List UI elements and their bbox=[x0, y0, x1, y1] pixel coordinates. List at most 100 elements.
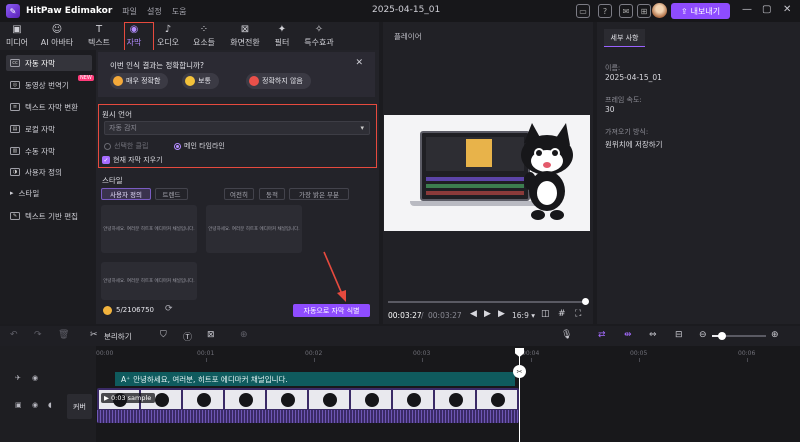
microphone-icon[interactable]: 🎙 bbox=[561, 330, 572, 340]
grid-icon[interactable]: # bbox=[558, 309, 566, 319]
nav-style[interactable]: ▸ 스타일 bbox=[6, 185, 92, 201]
fit-icon[interactable]: ⇔ bbox=[649, 330, 657, 340]
feedback-normal[interactable]: 보통 bbox=[182, 73, 219, 89]
video-clip[interactable] bbox=[97, 388, 519, 423]
style-tab-brightest[interactable]: 가장 밝은 부분 bbox=[289, 188, 349, 200]
eye-icon[interactable]: ◉ bbox=[32, 401, 38, 409]
feedback-very-accurate[interactable]: 매우 정확함 bbox=[110, 73, 169, 89]
menu-file[interactable]: 파일 bbox=[122, 6, 137, 17]
menu-settings[interactable]: 설정 bbox=[147, 6, 162, 17]
tool-audio[interactable]: ♪ 오디오 bbox=[150, 22, 186, 50]
coin-icon bbox=[103, 306, 112, 315]
style-tab-still[interactable]: 여전히 bbox=[224, 188, 254, 200]
manual-subtitle-icon: ▥ bbox=[10, 147, 20, 155]
text-edit-icon: ✎ bbox=[10, 212, 20, 220]
split-icon[interactable]: ✂ bbox=[90, 330, 98, 340]
tool-effects[interactable]: ✧ 특수효과 bbox=[296, 22, 342, 50]
fullscreen-icon[interactable]: ⛶ bbox=[575, 309, 581, 319]
sad-face-icon bbox=[249, 76, 259, 86]
refresh-icon[interactable]: ⟳ bbox=[165, 304, 173, 314]
nav-text-based-edit[interactable]: ✎ 텍스트 기반 편집 bbox=[6, 208, 92, 224]
play-icon[interactable]: ▶ bbox=[484, 309, 491, 319]
music-icon: ♪ bbox=[164, 23, 172, 35]
tool-text[interactable]: T 텍스트 bbox=[80, 22, 118, 50]
crop-off-icon[interactable]: ⊠ bbox=[207, 330, 215, 340]
cover-button[interactable]: 커버 bbox=[67, 394, 92, 419]
translate-icon: ◎ bbox=[10, 81, 20, 89]
split-label[interactable]: 분리하기 bbox=[104, 331, 132, 342]
eye-icon[interactable]: ◉ bbox=[32, 374, 38, 382]
user-avatar[interactable] bbox=[652, 3, 667, 18]
scissors-icon[interactable]: ✂ bbox=[513, 365, 526, 378]
ruler-label: 00:00 bbox=[96, 350, 114, 357]
snapshot-icon[interactable]: ◫ bbox=[541, 309, 550, 319]
gift-icon[interactable]: ⊞ bbox=[637, 4, 651, 18]
feedback-inaccurate[interactable]: 정확하지 않음 bbox=[246, 73, 311, 89]
link-icon[interactable]: ⇹ bbox=[624, 330, 632, 340]
volume-icon[interactable]: ◖ bbox=[48, 401, 52, 409]
chevron-right-icon: ▸ bbox=[10, 189, 14, 197]
tool-elements[interactable]: ⁘ 요소들 bbox=[186, 22, 222, 50]
scrubber-handle[interactable] bbox=[582, 298, 589, 305]
nav-local-subtitle[interactable]: ▤ 로컬 자막 bbox=[6, 121, 92, 137]
tool-transition[interactable]: ⊠ 화면전환 bbox=[222, 22, 268, 50]
ruler-label: 00:06 bbox=[738, 350, 756, 357]
video-preview[interactable] bbox=[384, 115, 590, 231]
nav-custom[interactable]: ◑ 사용자 정의 bbox=[6, 164, 92, 180]
minimize-icon[interactable]: — bbox=[742, 4, 752, 15]
subtitle-clip[interactable]: A⁺ 안녕하세요, 여러분, 히트포 에디마커 채널입니다. bbox=[115, 372, 515, 386]
playback-scrubber[interactable] bbox=[388, 301, 585, 303]
project-title: 2025-04-15_01 bbox=[372, 5, 441, 15]
happy-face-icon bbox=[113, 76, 123, 86]
subtitle-text-icon: A⁺ bbox=[121, 374, 131, 384]
nav-auto-subtitle[interactable]: cc 자동 자막 bbox=[6, 55, 92, 71]
ruler-label: 00:05 bbox=[630, 350, 648, 357]
style-preset-card[interactable]: 안녕하세요. 여러분 히트포 에디마커 채널입니다. bbox=[101, 205, 197, 253]
snap-icon[interactable]: ⇄ bbox=[598, 330, 606, 340]
aspect-ratio-select[interactable]: 16:9 ▾ bbox=[512, 311, 535, 320]
undo-icon[interactable]: ↶ bbox=[10, 330, 18, 340]
delete-icon[interactable]: 🗑 bbox=[58, 330, 69, 340]
nav-video-translator[interactable]: ◎ 동영상 번역기 NEW bbox=[6, 75, 94, 93]
style-tab-trend[interactable]: 트렌드 bbox=[155, 188, 188, 200]
ruler-label: 00:02 bbox=[305, 350, 323, 357]
style-tab-custom[interactable]: 사용자 정의 bbox=[101, 188, 151, 200]
help-icon[interactable]: ? bbox=[598, 4, 612, 18]
style-tab-dynamic[interactable]: 동적 bbox=[259, 188, 285, 200]
neutral-face-icon bbox=[185, 76, 195, 86]
maximize-icon[interactable]: ▢ bbox=[762, 4, 771, 15]
menu-help[interactable]: 도움 bbox=[172, 6, 187, 17]
playhead[interactable] bbox=[519, 350, 520, 442]
keyframe-icon[interactable]: ⊟ bbox=[675, 330, 683, 340]
export-button[interactable]: ⇪ 내보내기 bbox=[671, 3, 730, 19]
custom-icon: ◑ bbox=[10, 168, 20, 176]
previous-frame-icon[interactable]: ◀ bbox=[470, 309, 477, 319]
next-frame-icon[interactable]: ▶ bbox=[498, 309, 505, 319]
message-icon[interactable]: ✉ bbox=[619, 4, 633, 18]
fps-value: 30 bbox=[605, 105, 615, 114]
tool-media[interactable]: ▣ 미디어 bbox=[0, 22, 34, 50]
shield-icon[interactable]: ⛉ bbox=[160, 330, 167, 340]
feedback-question: 이번 인식 결과는 정확합니까? bbox=[110, 61, 204, 70]
text-box-icon[interactable]: Ⓣ bbox=[183, 330, 192, 343]
add-track-icon[interactable]: ⊕ bbox=[240, 330, 248, 340]
ruler-label: 00:01 bbox=[197, 350, 215, 357]
tool-filter[interactable]: ✦ 필터 bbox=[268, 22, 296, 50]
video-clip-label: ▶ 0:03 sample bbox=[101, 393, 156, 403]
redo-icon[interactable]: ↷ bbox=[34, 330, 42, 340]
close-icon[interactable]: ✕ bbox=[355, 58, 363, 68]
tab-details[interactable]: 세부 사항 bbox=[604, 29, 645, 47]
tool-ai-avatar[interactable]: ☺ AI 아바타 bbox=[34, 22, 80, 50]
zoom-slider-handle[interactable] bbox=[718, 332, 726, 340]
monitor-icon[interactable]: ▭ bbox=[576, 4, 590, 18]
auto-identify-subtitle-button[interactable]: 자동으로 자막 식별 bbox=[293, 304, 370, 317]
style-preset-card[interactable]: 안녕하세요. 여러분 히트포 에디마커 채널입니다. bbox=[101, 262, 197, 300]
close-icon[interactable]: ✕ bbox=[783, 4, 791, 15]
ruler-label: 00:03 bbox=[413, 350, 431, 357]
nav-text-to-subtitle[interactable]: ≡ 텍스트 자막 변환 bbox=[6, 99, 92, 115]
zoom-in-icon[interactable]: ⊕ bbox=[771, 330, 779, 340]
pin-icon[interactable]: ✈ bbox=[15, 374, 21, 382]
style-preset-card[interactable]: 안녕하세요. 여러분 히트포 에디마커 채널입니다. bbox=[206, 205, 302, 253]
nav-manual-subtitle[interactable]: ▥ 수동 자막 bbox=[6, 143, 92, 159]
zoom-out-icon[interactable]: ⊖ bbox=[699, 330, 707, 340]
